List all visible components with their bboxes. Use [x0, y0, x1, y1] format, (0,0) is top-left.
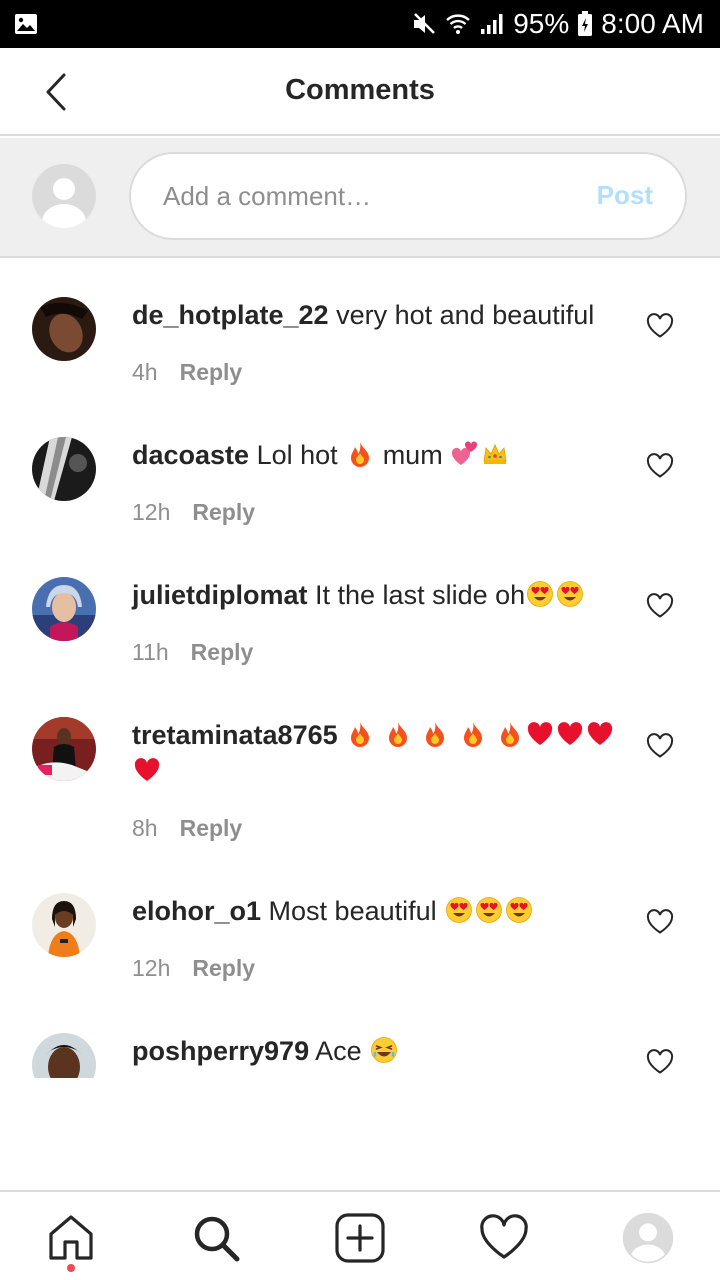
page-title: Comments	[285, 74, 435, 106]
reply-button[interactable]: Reply	[180, 815, 243, 841]
laughing-emoji-icon	[370, 1036, 398, 1064]
battery-percent: 95%	[513, 8, 570, 39]
red-heart-emoji-icon	[586, 720, 614, 748]
fire-emoji-icon	[421, 720, 449, 748]
red-heart-emoji-icon	[526, 720, 554, 748]
comment-item: de_hotplate_22 very hot and beautiful 4h…	[0, 297, 720, 407]
heart-outline-icon[interactable]	[646, 1049, 674, 1075]
fire-emoji-icon	[346, 720, 374, 748]
comment-username[interactable]: de_hotplate_22	[132, 300, 329, 330]
battery-icon	[577, 11, 593, 37]
comment-text: Most beautiful	[268, 896, 437, 926]
red-heart-emoji-icon	[133, 756, 161, 784]
heart-eyes-emoji-icon	[475, 896, 503, 924]
comment-username[interactable]: tretaminata8765	[132, 720, 338, 750]
status-indicators: 95% 8:00 AM	[411, 8, 704, 40]
comment-username[interactable]: julietdiplomat	[132, 580, 308, 610]
comment-time: 12h	[132, 955, 171, 981]
comment-time: 4h	[132, 359, 158, 385]
fire-emoji-icon	[496, 720, 524, 748]
heart-outline-icon[interactable]	[646, 733, 674, 759]
heart-outline-icon[interactable]	[646, 593, 674, 619]
comment-meta: 12h Reply	[132, 955, 255, 982]
comment-meta: 12h Reply	[132, 499, 255, 526]
two-hearts-emoji-icon	[451, 440, 479, 468]
comment-meta: 8h Reply	[132, 815, 242, 842]
avatar[interactable]	[32, 1033, 96, 1078]
comment-text: It the last slide oh	[315, 580, 526, 610]
mute-icon	[411, 11, 437, 37]
heart-eyes-emoji-icon	[445, 896, 473, 924]
nav-profile[interactable]	[622, 1212, 674, 1264]
current-user-avatar	[32, 164, 96, 228]
header: Comments	[0, 48, 720, 136]
nav-activity[interactable]	[478, 1212, 530, 1264]
add-comment-bar: Post	[0, 138, 720, 258]
comment-username[interactable]: dacoaste	[132, 440, 249, 470]
nav-new-post[interactable]	[334, 1212, 386, 1264]
comment-meta: 11h Reply	[132, 639, 253, 666]
red-heart-emoji-icon	[556, 720, 584, 748]
comment-item: elohor_o1 Most beautiful 12h Reply	[0, 893, 720, 1003]
home-icon	[49, 1215, 93, 1260]
fire-emoji-icon	[459, 720, 487, 748]
comment-item: dacoaste Lol hot mum 12h Reply	[0, 437, 720, 547]
comment-time: 12h	[132, 499, 171, 525]
gallery-notification-icon	[14, 12, 38, 41]
avatar[interactable]	[32, 437, 96, 501]
status-bar: 95% 8:00 AM	[0, 0, 720, 48]
comment-item: tretaminata8765 8h Reply	[0, 717, 720, 857]
comment-username[interactable]: elohor_o1	[132, 896, 261, 926]
nav-search[interactable]	[190, 1212, 242, 1264]
reply-button[interactable]: Reply	[191, 639, 254, 665]
heart-outline-icon[interactable]	[646, 313, 674, 339]
notification-dot	[67, 1264, 75, 1272]
reply-button[interactable]: Reply	[180, 359, 243, 385]
fire-emoji-icon	[346, 440, 374, 468]
comment-input-container: Post	[129, 152, 687, 240]
comment-item: julietdiplomat It the last slide oh 11h R…	[0, 577, 720, 687]
heart-eyes-emoji-icon	[505, 896, 533, 924]
add-post-icon	[335, 1213, 385, 1263]
activity-heart-icon	[480, 1214, 528, 1259]
heart-eyes-emoji-icon	[526, 580, 554, 608]
avatar[interactable]	[32, 577, 96, 641]
signal-icon	[479, 12, 505, 36]
comment-text: very hot and beautiful	[336, 300, 595, 330]
fire-emoji-icon	[384, 720, 412, 748]
comment-time: 8h	[132, 815, 158, 841]
comment-text: Lol hot	[256, 440, 338, 470]
comment-username[interactable]: poshperry979	[132, 1036, 309, 1066]
heart-outline-icon[interactable]	[646, 453, 674, 479]
profile-avatar-icon	[622, 1212, 674, 1264]
clock: 8:00 AM	[601, 8, 704, 39]
comment-text: Ace	[315, 1036, 362, 1066]
comment-input[interactable]	[163, 154, 563, 238]
comment-item: poshperry979 Ace	[0, 1033, 720, 1078]
post-button[interactable]: Post	[597, 180, 653, 211]
reply-button[interactable]: Reply	[192, 499, 255, 525]
crown-emoji-icon	[481, 440, 509, 468]
comments-list[interactable]: de_hotplate_22 very hot and beautiful 4h…	[0, 260, 720, 1078]
comment-time: 11h	[132, 639, 169, 665]
reply-button[interactable]: Reply	[192, 955, 255, 981]
comment-meta: 4h Reply	[132, 359, 242, 386]
bottom-navigation	[0, 1190, 720, 1280]
avatar[interactable]	[32, 717, 96, 781]
comment-text: mum	[382, 440, 443, 470]
avatar[interactable]	[32, 297, 96, 361]
nav-home[interactable]	[45, 1212, 97, 1264]
search-icon	[194, 1216, 240, 1262]
avatar[interactable]	[32, 893, 96, 957]
wifi-icon	[445, 12, 471, 36]
heart-outline-icon[interactable]	[646, 909, 674, 935]
heart-eyes-emoji-icon	[556, 580, 584, 608]
